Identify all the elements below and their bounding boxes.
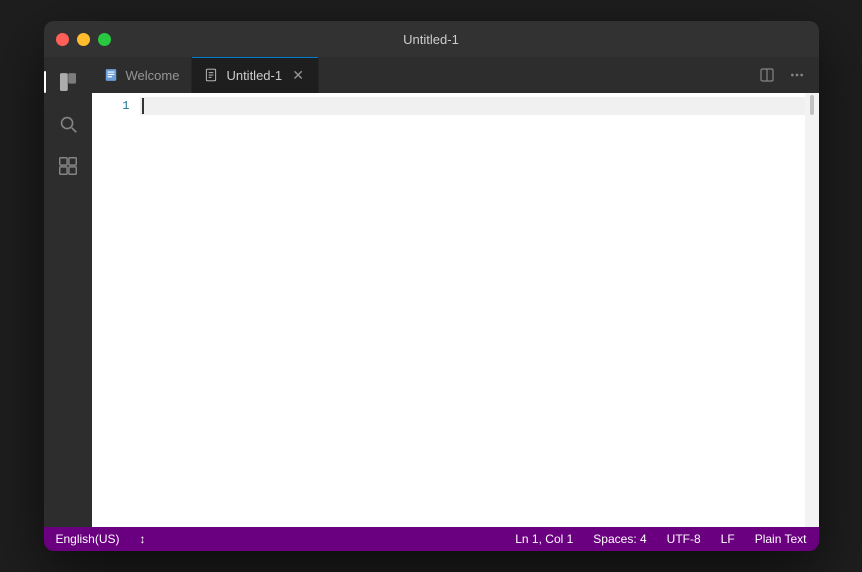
status-bar: English(US) ↕ Ln 1, Col 1 Spaces: 4 UTF-…: [44, 527, 819, 551]
editor-text-area[interactable]: [140, 93, 805, 527]
search-activity-icon[interactable]: [51, 107, 85, 141]
app-window: Untitled-1: [44, 21, 819, 551]
untitled-tab-icon: [204, 68, 218, 82]
editor-area: Welcome Untitled-1 ✕: [92, 57, 819, 527]
encoding-item[interactable]: UTF-8: [663, 527, 705, 551]
language-mode-item[interactable]: Plain Text: [751, 527, 811, 551]
line-numbers: 1: [92, 93, 140, 527]
tab-welcome[interactable]: Welcome: [92, 57, 193, 93]
editor-content[interactable]: 1: [92, 93, 819, 527]
maximize-button[interactable]: [98, 33, 111, 46]
main-area: Welcome Untitled-1 ✕: [44, 57, 819, 527]
tab-bar-actions: [753, 57, 819, 93]
more-actions-button[interactable]: [783, 61, 811, 89]
tab-untitled-label: Untitled-1: [226, 68, 282, 83]
tab-welcome-label: Welcome: [126, 68, 180, 83]
editor-cursor-line: [140, 97, 805, 115]
welcome-tab-icon: [104, 68, 118, 82]
cursor-position[interactable]: Ln 1, Col 1: [511, 527, 577, 551]
minimize-button[interactable]: [77, 33, 90, 46]
spaces-item[interactable]: Spaces: 4: [589, 527, 650, 551]
tab-bar: Welcome Untitled-1 ✕: [92, 57, 819, 93]
window-title: Untitled-1: [403, 32, 459, 47]
status-bar-right: Ln 1, Col 1 Spaces: 4 UTF-8 LF Plain Tex…: [511, 527, 810, 551]
scroll-track[interactable]: [805, 93, 819, 527]
activity-bar: [44, 57, 92, 527]
line-ending-item[interactable]: LF: [717, 527, 739, 551]
status-bar-left: English(US) ↕: [52, 527, 150, 551]
editor-cursor: [142, 98, 144, 114]
window-controls: [56, 33, 111, 46]
explorer-icon[interactable]: [51, 65, 85, 99]
sync-icon[interactable]: ↕: [136, 527, 150, 551]
line-number-1: 1: [92, 97, 130, 115]
close-button[interactable]: [56, 33, 69, 46]
language-item[interactable]: English(US): [52, 527, 124, 551]
extensions-activity-icon[interactable]: [51, 149, 85, 183]
title-bar: Untitled-1: [44, 21, 819, 57]
split-editor-button[interactable]: [753, 61, 781, 89]
scroll-marker: [810, 95, 814, 115]
tab-untitled-1[interactable]: Untitled-1 ✕: [192, 57, 319, 93]
tab-close-button[interactable]: ✕: [290, 67, 306, 83]
